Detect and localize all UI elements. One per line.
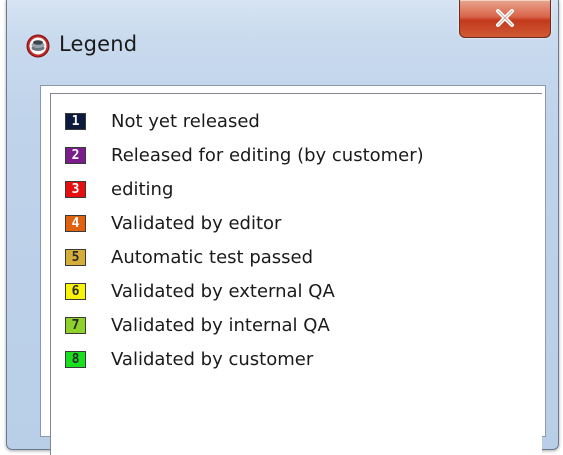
legend-label: editing <box>111 178 174 200</box>
legend-label: Automatic test passed <box>111 246 314 268</box>
legend-swatch: 3 <box>65 180 86 198</box>
window-title: Legend <box>59 32 138 56</box>
legend-label: Validated by customer <box>111 348 314 370</box>
legend-swatch: 4 <box>65 214 86 232</box>
legend-swatch: 7 <box>65 316 86 334</box>
legend-label: Validated by editor <box>111 212 282 234</box>
legend-swatch: 5 <box>65 248 86 266</box>
legend-item-3: 3 editing <box>65 172 173 206</box>
legend-item-7: 7 Validated by internal QA <box>65 308 330 342</box>
title-bar[interactable]: Legend <box>7 0 558 85</box>
legend-window: Legend 1 Not yet released 2 Released for… <box>6 0 559 455</box>
legend-item-5: 5 Automatic test passed <box>65 240 313 274</box>
legend-swatch: 1 <box>65 112 86 130</box>
legend-swatch: 2 <box>65 146 86 164</box>
legend-item-1: 1 Not yet released <box>65 104 260 138</box>
close-icon <box>496 9 514 27</box>
legend-label: Not yet released <box>111 110 260 132</box>
legend-label: Released for editing (by customer) <box>111 144 424 166</box>
legend-label: Validated by external QA <box>111 280 335 302</box>
legend-list: 1 Not yet released 2 Released for editin… <box>50 93 542 455</box>
close-button[interactable] <box>459 0 551 38</box>
legend-panel: 1 Not yet released 2 Released for editin… <box>40 85 546 455</box>
legend-app-icon <box>26 34 50 58</box>
legend-swatch: 6 <box>65 282 86 300</box>
legend-item-8: 8 Validated by customer <box>65 342 313 376</box>
legend-swatch: 8 <box>65 350 86 368</box>
legend-item-2: 2 Released for editing (by customer) <box>65 138 424 172</box>
legend-label: Validated by internal QA <box>111 314 330 336</box>
legend-item-4: 4 Validated by editor <box>65 206 281 240</box>
legend-item-6: 6 Validated by external QA <box>65 274 335 308</box>
